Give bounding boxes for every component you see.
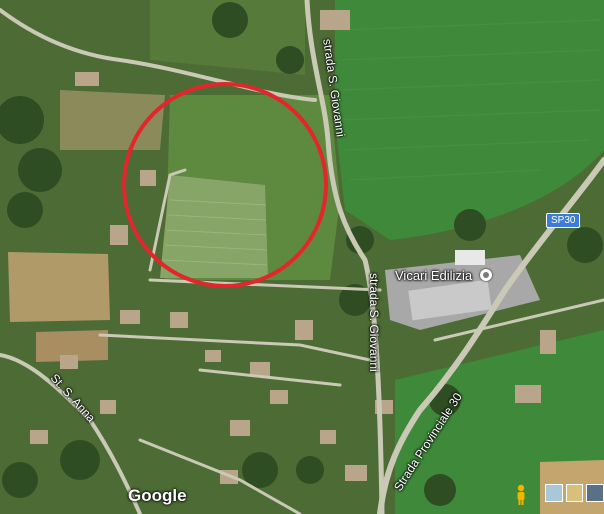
road-label-strada-s-giovanni-south: strada S. Giovanni [367, 273, 381, 372]
layer-satellite-thumbnail[interactable] [545, 484, 563, 502]
route-shield-sp30: SP30 [546, 213, 581, 228]
map-canvas[interactable]: strada S. Giovanni strada S. Giovanni St… [0, 0, 604, 514]
poi-dot-icon[interactable] [480, 269, 492, 281]
pegman-icon[interactable] [514, 484, 528, 506]
layer-thumbnails [545, 484, 604, 506]
layer-map-thumbnail[interactable] [586, 484, 604, 502]
satellite-imagery [0, 0, 604, 514]
google-logo: Google [128, 486, 187, 505]
layer-terrain-thumbnail[interactable] [565, 484, 584, 502]
poi-label-vicari-edilizia[interactable]: Vicari Edilizia [395, 268, 472, 283]
